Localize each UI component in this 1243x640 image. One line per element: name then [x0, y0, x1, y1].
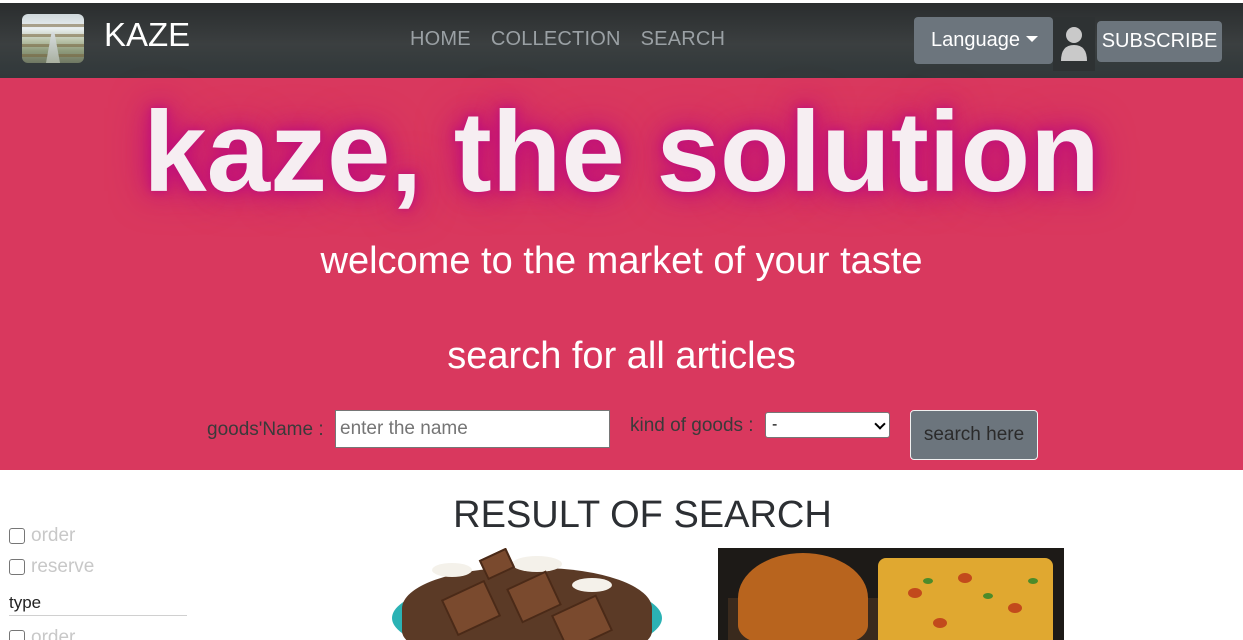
nav-link-home[interactable]: HOME: [410, 28, 471, 50]
nav-link-search[interactable]: SEARCH: [641, 28, 726, 50]
type-order-label: order: [31, 627, 76, 640]
filter-order[interactable]: order: [9, 525, 75, 547]
reserve-checkbox[interactable]: [9, 559, 25, 575]
subscribe-button[interactable]: SUBSCRIBE: [1097, 21, 1222, 62]
brand-logo-image[interactable]: [22, 14, 84, 63]
search-button[interactable]: search here: [910, 410, 1038, 460]
kind-of-goods-select[interactable]: -: [765, 412, 890, 438]
hero-subtitle: welcome to the market of your taste: [320, 240, 923, 282]
goods-name-label: goods'Name :: [207, 419, 324, 440]
results-title: RESULT OF SEARCH: [453, 494, 832, 536]
hero-title: kaze, the solution: [143, 89, 1100, 216]
hero-banner: kaze, the solution welcome to the market…: [0, 78, 1243, 470]
result-card-image-burger-fries[interactable]: [718, 548, 1064, 640]
reserve-label: reserve: [31, 556, 95, 577]
order-checkbox[interactable]: [9, 528, 25, 544]
filter-reserve[interactable]: reserve: [9, 556, 94, 578]
chevron-down-icon: [874, 418, 886, 430]
result-card-image-chocolate-cake[interactable]: [362, 548, 689, 640]
language-dropdown-button[interactable]: Language: [914, 17, 1053, 64]
nav-links: HOME COLLECTION SEARCH: [410, 28, 725, 50]
nav-link-collection[interactable]: COLLECTION: [491, 28, 621, 50]
language-label: Language: [931, 29, 1020, 51]
kind-of-goods-value: -: [772, 416, 778, 433]
goods-name-input[interactable]: [335, 410, 610, 448]
navbar: KAZE HOME COLLECTION SEARCH Language SUB…: [0, 3, 1243, 78]
filter-type-order[interactable]: order: [9, 627, 75, 640]
search-heading: search for all articles: [447, 335, 796, 377]
order-label: order: [31, 525, 76, 546]
brand-name[interactable]: KAZE: [104, 17, 190, 53]
user-icon-button[interactable]: [1053, 17, 1095, 71]
kind-of-goods-label: kind of goods :: [630, 415, 754, 436]
caret-down-icon: [1025, 35, 1038, 42]
user-icon: [1061, 27, 1087, 61]
type-filter-heading: type: [9, 592, 187, 616]
type-order-checkbox[interactable]: [9, 630, 25, 640]
